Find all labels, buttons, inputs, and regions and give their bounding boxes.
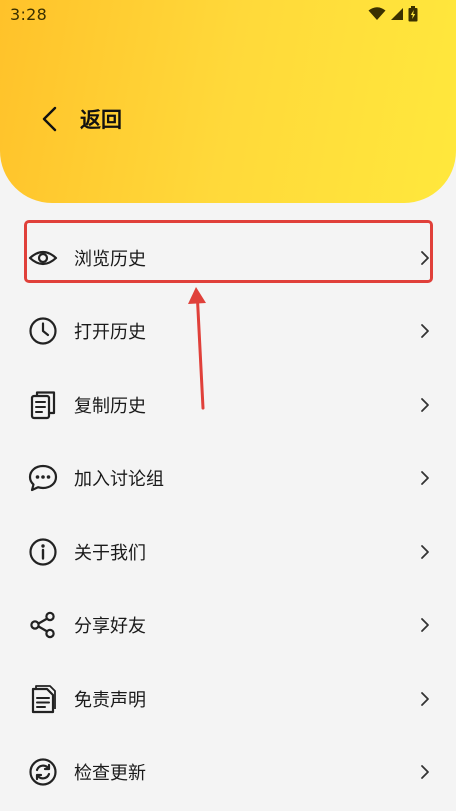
- refresh-icon: [28, 757, 58, 787]
- menu-item-label: 打开历史: [74, 322, 146, 344]
- status-time: 3:28: [10, 5, 48, 24]
- battery-charging-icon: [408, 6, 418, 22]
- menu-item-share-friends[interactable]: 分享好友: [0, 589, 456, 663]
- clock-icon: [28, 316, 58, 346]
- chevron-right-icon: [420, 322, 432, 340]
- menu-item-check-update[interactable]: 检查更新: [0, 736, 456, 810]
- menu-item-disclaimer[interactable]: 免责声明: [0, 662, 456, 736]
- menu-item-label: 复制历史: [74, 395, 146, 417]
- chat-bubble-icon: [28, 463, 58, 493]
- menu-item-copy-history[interactable]: 复制历史: [0, 368, 456, 442]
- chevron-right-icon: [420, 543, 432, 561]
- copy-icon: [28, 390, 58, 420]
- menu-item-label: 分享好友: [74, 616, 146, 638]
- chevron-left-icon[interactable]: [38, 104, 60, 134]
- share-icon: [28, 610, 58, 640]
- menu-item-label: 加入讨论组: [74, 469, 164, 491]
- chevron-right-icon: [420, 690, 432, 708]
- chevron-right-icon: [420, 616, 432, 634]
- menu-item-browse-history[interactable]: 浏览历史: [0, 221, 456, 295]
- info-icon: [28, 537, 58, 567]
- header-banner: 3:28 返回: [0, 0, 456, 203]
- menu-item-label: 免责声明: [74, 689, 146, 711]
- status-icons: [368, 6, 418, 22]
- back-label[interactable]: 返回: [80, 104, 122, 134]
- wifi-icon: [368, 7, 386, 20]
- status-bar: 3:28: [0, 0, 456, 30]
- menu-item-open-history[interactable]: 打开历史: [0, 295, 456, 369]
- menu-item-label: 检查更新: [74, 763, 146, 785]
- menu-item-join-group[interactable]: 加入讨论组: [0, 442, 456, 516]
- back-row[interactable]: 返回: [38, 100, 122, 138]
- menu-item-label: 浏览历史: [74, 248, 146, 270]
- settings-menu: 浏览历史 打开历史 复制历史 加入讨论组 关于我们 分享好友 免责声明 检查更新: [0, 221, 456, 809]
- chevron-right-icon: [420, 469, 432, 487]
- signal-icon: [391, 8, 403, 20]
- document-icon: [28, 684, 58, 714]
- chevron-right-icon: [420, 763, 432, 781]
- chevron-right-icon: [420, 396, 432, 414]
- eye-icon: [28, 243, 58, 273]
- menu-item-about-us[interactable]: 关于我们: [0, 515, 456, 589]
- chevron-right-icon: [420, 249, 432, 267]
- menu-item-label: 关于我们: [74, 542, 146, 564]
